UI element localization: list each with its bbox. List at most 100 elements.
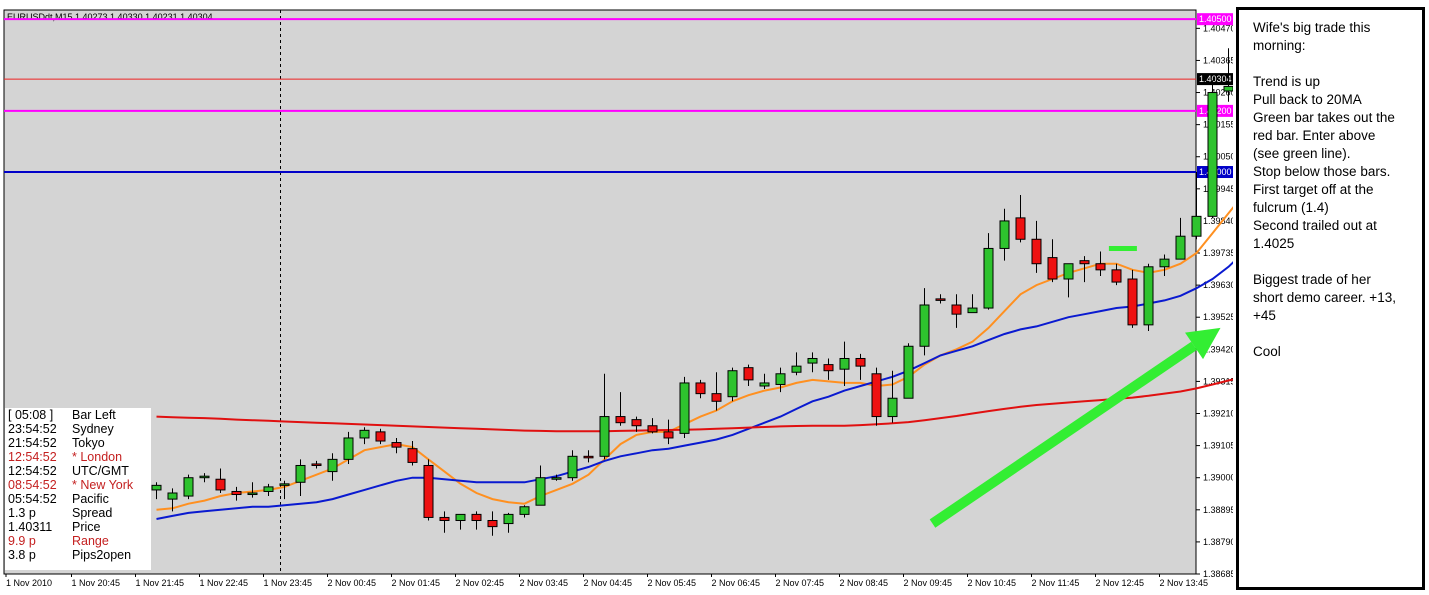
session-label: Price <box>72 520 101 534</box>
candle-body <box>519 506 530 515</box>
candle-body <box>855 357 866 367</box>
candle-body <box>1047 257 1058 280</box>
price-chart[interactable]: EURUSDdt,M15 1.40273 1.40330 1.40231 1.4… <box>0 0 1233 595</box>
candle-body <box>439 516 450 522</box>
note-line <box>1253 55 1412 73</box>
candle-body <box>279 483 290 486</box>
candle-body <box>1159 258 1170 268</box>
session-info-panel: [ 05:08 ] Bar Left 23:54:52 Sydney 21:54:52 T… <box>5 408 151 570</box>
candle-body <box>391 442 402 448</box>
session-label: * New York <box>72 478 134 492</box>
session-label: Bar Left <box>72 408 116 422</box>
candle-body <box>903 345 914 399</box>
x-tick-label: 2 Nov 07:45 <box>776 578 825 588</box>
candle-body <box>1223 85 1233 92</box>
candle-body <box>375 431 386 442</box>
candle-body <box>343 437 354 460</box>
session-value: 1.40311 <box>8 520 53 534</box>
session-value: 1.3 p <box>8 506 36 520</box>
y-tick-label: 1.39000 <box>1203 473 1233 483</box>
candle-body <box>647 425 658 433</box>
candle-body <box>711 393 722 402</box>
x-tick-label: 1 Nov 23:45 <box>264 578 313 588</box>
session-row: 1.3 p Spread <box>5 506 151 520</box>
candle-body <box>167 492 178 500</box>
candle-body <box>471 513 482 522</box>
session-row: [ 05:08 ] Bar Left <box>5 408 151 422</box>
y-tick-label: 1.38790 <box>1203 537 1233 547</box>
note-line: (see green line). <box>1253 146 1351 161</box>
candle-body <box>887 397 898 418</box>
candle-body <box>423 464 434 518</box>
note-line: fulcrum (1.4) <box>1253 200 1329 215</box>
candle-body <box>487 520 498 528</box>
candle-body <box>791 365 802 373</box>
candle-body <box>999 220 1010 249</box>
note-line: +45 <box>1253 308 1276 323</box>
session-value: 21:54:52 <box>8 436 57 450</box>
session-label: Tokyo <box>72 436 105 450</box>
candle-body <box>407 448 418 463</box>
session-row: 21:54:52 Tokyo <box>5 436 151 450</box>
candle-body <box>807 357 818 364</box>
candle-body <box>1031 238 1042 265</box>
y-tick-label: 1.39105 <box>1203 441 1233 451</box>
session-label: Sydney <box>72 422 114 436</box>
candle-body <box>1191 215 1202 237</box>
candle-body <box>775 373 786 385</box>
session-label: * London <box>72 450 123 464</box>
session-label: Pacific <box>72 492 109 506</box>
session-value: [ 05:08 ] <box>8 408 54 422</box>
candle-body <box>839 357 850 370</box>
candle-body <box>535 477 546 506</box>
candle-body <box>151 484 162 491</box>
note-line: Stop below those bars. <box>1253 164 1391 179</box>
chart-header-caption: EURUSDdt,M15 1.40273 1.40330 1.40231 1.4… <box>7 12 213 22</box>
candle-body <box>695 382 706 395</box>
plot-background <box>3 9 1197 575</box>
session-value: 23:54:52 <box>8 422 57 436</box>
candle-body <box>183 477 194 497</box>
note-line: short demo career. +13, <box>1253 290 1396 305</box>
note-line <box>1253 325 1412 343</box>
session-row: 9.9 p Range <box>5 534 151 548</box>
x-tick-label: 2 Nov 01:45 <box>392 578 441 588</box>
x-tick-label: 2 Nov 11:45 <box>1032 578 1080 588</box>
candle-body <box>615 416 626 424</box>
candle-body <box>663 431 674 439</box>
session-label: Range <box>72 534 109 548</box>
candle-body <box>871 373 882 418</box>
chart-area[interactable]: EURUSDdt,M15 1.40273 1.40330 1.40231 1.4… <box>0 0 1233 595</box>
note-line: Trend is up <box>1253 74 1321 89</box>
candle-body <box>231 490 242 496</box>
note-line: morning: <box>1253 38 1306 53</box>
candle-body <box>1143 266 1154 326</box>
candle-body <box>599 416 610 457</box>
candle-body <box>311 463 322 466</box>
candle-body <box>935 298 946 301</box>
candle-body <box>951 304 962 315</box>
session-value: 12:54:52 <box>8 450 57 464</box>
note-line: red bar. Enter above <box>1253 128 1376 143</box>
session-value: 08:54:52 <box>8 478 57 492</box>
note-line <box>1253 253 1412 271</box>
x-tick-label: 1 Nov 22:45 <box>200 578 249 588</box>
candle-body <box>583 455 594 459</box>
x-tick-label: 2 Nov 04:45 <box>584 578 633 588</box>
x-tick-label: 2 Nov 08:45 <box>840 578 889 588</box>
session-row: 08:54:52 * New York <box>5 478 151 492</box>
note-line: Biggest trade of her <box>1253 272 1371 287</box>
candle-body <box>1207 92 1218 217</box>
candle-body <box>823 364 834 372</box>
candle-body <box>567 455 578 479</box>
y-tick-label: 1.39735 <box>1203 248 1233 258</box>
candle-body <box>919 304 930 347</box>
x-tick-label: 1 Nov 20:45 <box>72 578 121 588</box>
candle-body <box>1063 263 1074 280</box>
session-value: 05:54:52 <box>8 492 57 506</box>
session-value: 9.9 p <box>8 534 36 548</box>
candle-body <box>967 307 978 314</box>
candle-body <box>1079 260 1090 265</box>
note-line: Green bar takes out the <box>1253 110 1395 125</box>
candle-body <box>199 475 210 479</box>
